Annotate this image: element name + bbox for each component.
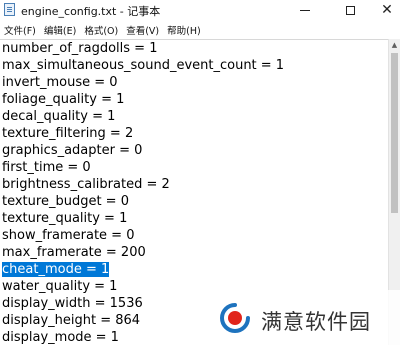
text-line[interactable]: brightness_calibrated = 2 [2, 176, 170, 193]
line-text: graphics_adapter = 0 [2, 143, 143, 158]
menu-view[interactable]: 查看(V) [122, 23, 163, 37]
text-line[interactable]: texture_budget = 0 [2, 193, 129, 210]
menu-file[interactable]: 文件(F) [0, 23, 40, 37]
text-line[interactable]: show_framerate = 0 [2, 227, 134, 244]
text-line[interactable]: decal_quality = 1 [2, 108, 115, 125]
menu-format[interactable]: 格式(O) [80, 23, 122, 37]
watermark-text: 满意软件园 [261, 310, 371, 334]
line-text: first_time = 0 [2, 160, 91, 175]
line-text: texture_filtering = 2 [2, 126, 134, 141]
line-text: number_of_ragdolls = 1 [2, 41, 158, 56]
text-line[interactable]: max_simultaneous_sound_event_count = 1 [2, 57, 284, 74]
text-line[interactable]: texture_quality = 1 [2, 210, 127, 227]
line-text: invert_mouse = 0 [2, 75, 118, 90]
close-button[interactable]: ✕ [368, 0, 400, 20]
selected-line-text: cheat_mode = 1 [2, 262, 110, 277]
window-title: engine_config.txt - 记事本 [21, 5, 161, 18]
text-line[interactable]: display_mode = 1 [2, 329, 119, 345]
watermark-logo [220, 303, 250, 333]
menu-edit[interactable]: 编辑(E) [40, 23, 80, 37]
minimize-button[interactable] [286, 0, 324, 20]
minimize-icon [300, 9, 310, 11]
text-line[interactable]: max_framerate = 200 [2, 244, 146, 261]
title-bar: engine_config.txt - 记事本 ✕ [0, 0, 400, 20]
line-text: decal_quality = 1 [2, 109, 116, 124]
line-text: max_simultaneous_sound_event_count = 1 [2, 58, 285, 73]
line-text: display_mode = 1 [2, 330, 119, 345]
line-text: max_framerate = 200 [2, 245, 146, 260]
maximize-icon [345, 5, 355, 15]
watermark: 满意软件园 [205, 290, 400, 345]
scroll-up-arrow-icon[interactable]: ▲ [389, 39, 400, 51]
menu-help[interactable]: 帮助(H) [163, 23, 205, 37]
text-line[interactable]: display_width = 1536 [2, 295, 143, 312]
text-line[interactable]: first_time = 0 [2, 159, 91, 176]
line-text: foliage_quality = 1 [2, 92, 125, 107]
scrollbar-thumb[interactable] [391, 53, 398, 213]
text-line[interactable]: invert_mouse = 0 [2, 74, 118, 91]
selected-text-line[interactable]: cheat_mode = 1 [2, 261, 110, 278]
line-text: texture_quality = 1 [2, 211, 128, 226]
line-text: display_height = 864 [2, 313, 141, 328]
maximize-button[interactable] [331, 0, 369, 20]
text-line[interactable]: number_of_ragdolls = 1 [2, 40, 157, 57]
line-text: water_quality = 1 [2, 279, 118, 294]
line-text: brightness_calibrated = 2 [2, 177, 170, 192]
menu-bar: 文件(F) 编辑(E) 格式(O) 查看(V) 帮助(H) [0, 20, 400, 39]
text-line[interactable]: display_height = 864 [2, 312, 140, 329]
line-text: display_width = 1536 [2, 296, 143, 311]
close-icon: ✕ [381, 2, 393, 18]
line-text: show_framerate = 0 [2, 228, 135, 243]
notepad-icon [4, 3, 15, 16]
text-line[interactable]: water_quality = 1 [2, 278, 117, 295]
text-line[interactable]: foliage_quality = 1 [2, 91, 124, 108]
line-text: texture_budget = 0 [2, 194, 129, 209]
text-line[interactable]: texture_filtering = 2 [2, 125, 133, 142]
text-line[interactable]: graphics_adapter = 0 [2, 142, 142, 159]
